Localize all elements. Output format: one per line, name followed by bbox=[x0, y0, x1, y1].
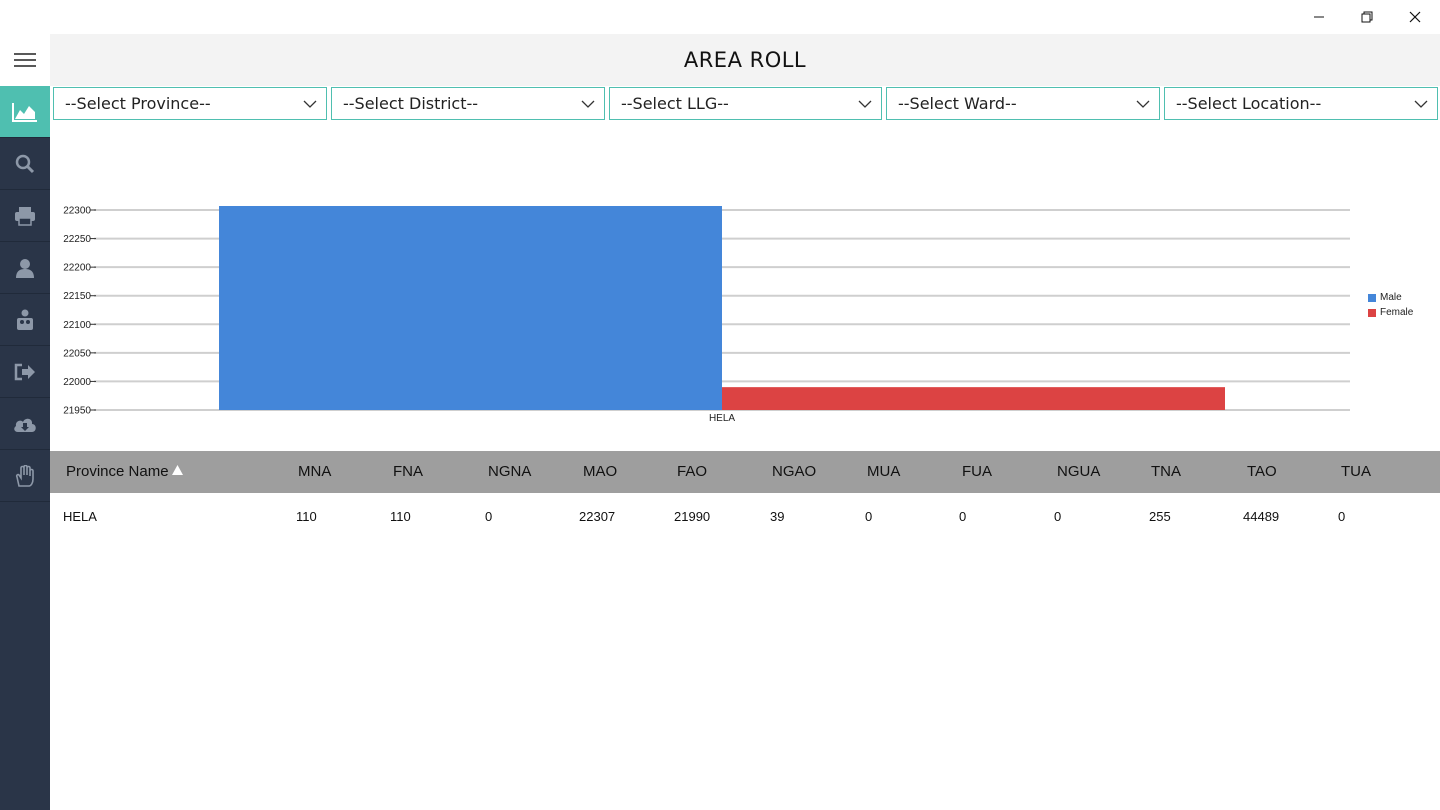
district-select[interactable]: --Select District-- bbox=[331, 87, 605, 120]
district-select-label: --Select District-- bbox=[343, 94, 479, 113]
sign-out-icon bbox=[14, 363, 35, 380]
column-header-tna[interactable]: TNA bbox=[1151, 451, 1181, 493]
cell-tna: 255 bbox=[1149, 509, 1171, 524]
hand-icon bbox=[15, 464, 34, 487]
chevron-down-icon bbox=[858, 100, 872, 108]
close-icon[interactable] bbox=[1392, 0, 1438, 34]
restore-icon[interactable] bbox=[1344, 0, 1390, 34]
column-header-fua[interactable]: FUA bbox=[962, 451, 992, 493]
legend-swatch-female bbox=[1368, 308, 1376, 317]
chart-legend: Male Female bbox=[1368, 290, 1413, 320]
column-header-province-name[interactable]: Province Name bbox=[66, 451, 183, 493]
cell-fna: 110 bbox=[390, 509, 411, 524]
sidebar-item-sign-out[interactable] bbox=[0, 346, 50, 398]
bar-female bbox=[722, 387, 1225, 410]
column-header-tao[interactable]: TAO bbox=[1247, 451, 1277, 493]
sidebar-item-groups[interactable] bbox=[0, 294, 50, 346]
sidebar-item-print[interactable] bbox=[0, 190, 50, 242]
search-icon bbox=[15, 154, 35, 173]
y-tick-label: 22300 bbox=[63, 206, 91, 217]
area-roll-chart: 22300 22250 22200 22150 22100 22050 22000 21950… bbox=[50, 180, 1440, 440]
y-tick-label: 22000 bbox=[63, 377, 91, 388]
province-select-label: --Select Province-- bbox=[65, 94, 211, 113]
province-select[interactable]: --Select Province-- bbox=[53, 87, 327, 120]
column-header-fao[interactable]: FAO bbox=[677, 451, 707, 493]
cell-tao: 44489 bbox=[1243, 509, 1280, 524]
table-header: Province Name MNA FNA NGNA MAO FAO NGAO … bbox=[50, 451, 1440, 493]
column-header-tua[interactable]: TUA bbox=[1341, 451, 1371, 493]
cell-province-name: HELA bbox=[63, 509, 97, 524]
y-tick-label: 22200 bbox=[63, 263, 91, 274]
column-header-ngna[interactable]: NGNA bbox=[488, 451, 531, 493]
cell-mna: 110 bbox=[296, 509, 317, 524]
y-tick-label: 22150 bbox=[63, 291, 91, 302]
area-chart-icon bbox=[12, 102, 37, 122]
chevron-down-icon bbox=[1414, 100, 1428, 108]
cell-ngao: 39 bbox=[770, 509, 785, 524]
column-header-ngua[interactable]: NGUA bbox=[1057, 451, 1100, 493]
llg-select[interactable]: --Select LLG-- bbox=[609, 87, 882, 120]
users-group-icon bbox=[17, 309, 33, 330]
cell-mao: 22307 bbox=[579, 509, 616, 524]
chevron-down-icon bbox=[303, 100, 317, 108]
column-header-fna[interactable]: FNA bbox=[393, 451, 423, 493]
column-header-ngao[interactable]: NGAO bbox=[772, 451, 816, 493]
column-header-mua[interactable]: MUA bbox=[867, 451, 900, 493]
legend-label-male: Male bbox=[1380, 292, 1402, 303]
llg-select-label: --Select LLG-- bbox=[621, 94, 729, 113]
location-select[interactable]: --Select Location-- bbox=[1164, 87, 1438, 120]
legend-swatch-male bbox=[1368, 293, 1376, 302]
legend-item-female: Female bbox=[1368, 305, 1413, 320]
cell-mua: 0 bbox=[865, 509, 873, 524]
sidebar-item-user[interactable] bbox=[0, 242, 50, 294]
sort-ascending-icon bbox=[171, 465, 183, 475]
y-tick-label: 22100 bbox=[63, 320, 91, 331]
user-icon bbox=[16, 258, 34, 278]
page-header: AREA ROLL bbox=[50, 34, 1440, 86]
table-row[interactable]: HELA 110 110 0 22307 21990 39 0 0 0 255 … bbox=[50, 496, 1440, 538]
legend-label-female: Female bbox=[1380, 307, 1414, 318]
hamburger-menu-icon[interactable] bbox=[0, 34, 50, 86]
bar-chart: 22300 22250 22200 22150 22100 22050 22000 21950… bbox=[63, 206, 1350, 424]
cloud-download-icon bbox=[14, 418, 36, 432]
column-header-mao[interactable]: MAO bbox=[583, 451, 617, 493]
minimize-icon[interactable] bbox=[1296, 0, 1342, 34]
title-bar bbox=[0, 0, 1440, 34]
sidebar-item-download[interactable] bbox=[0, 398, 50, 450]
sidebar-item-hand[interactable] bbox=[0, 450, 50, 502]
column-header-mna[interactable]: MNA bbox=[298, 451, 331, 493]
cell-fua: 0 bbox=[959, 509, 967, 524]
chevron-down-icon bbox=[581, 100, 595, 108]
sidebar bbox=[0, 34, 50, 810]
y-tick-label: 22050 bbox=[63, 348, 91, 359]
y-tick-label: 21950 bbox=[63, 406, 91, 417]
x-tick-label: HELA bbox=[709, 413, 735, 424]
ward-select[interactable]: --Select Ward-- bbox=[886, 87, 1160, 120]
location-select-label: --Select Location-- bbox=[1176, 94, 1322, 113]
y-tick-label: 22250 bbox=[63, 234, 91, 245]
sidebar-item-search[interactable] bbox=[0, 138, 50, 190]
page-title: AREA ROLL bbox=[683, 48, 807, 72]
bar-male bbox=[219, 206, 722, 410]
cell-tua: 0 bbox=[1338, 509, 1346, 524]
sidebar-item-area-roll[interactable] bbox=[0, 86, 50, 138]
cell-ngna: 0 bbox=[485, 509, 493, 524]
chevron-down-icon bbox=[1136, 100, 1150, 108]
ward-select-label: --Select Ward-- bbox=[898, 94, 1017, 113]
legend-item-male: Male bbox=[1368, 290, 1413, 305]
cell-ngua: 0 bbox=[1054, 509, 1062, 524]
cell-fao: 21990 bbox=[674, 509, 711, 524]
column-header-label: Province Name bbox=[66, 463, 169, 480]
printer-icon bbox=[15, 206, 35, 226]
